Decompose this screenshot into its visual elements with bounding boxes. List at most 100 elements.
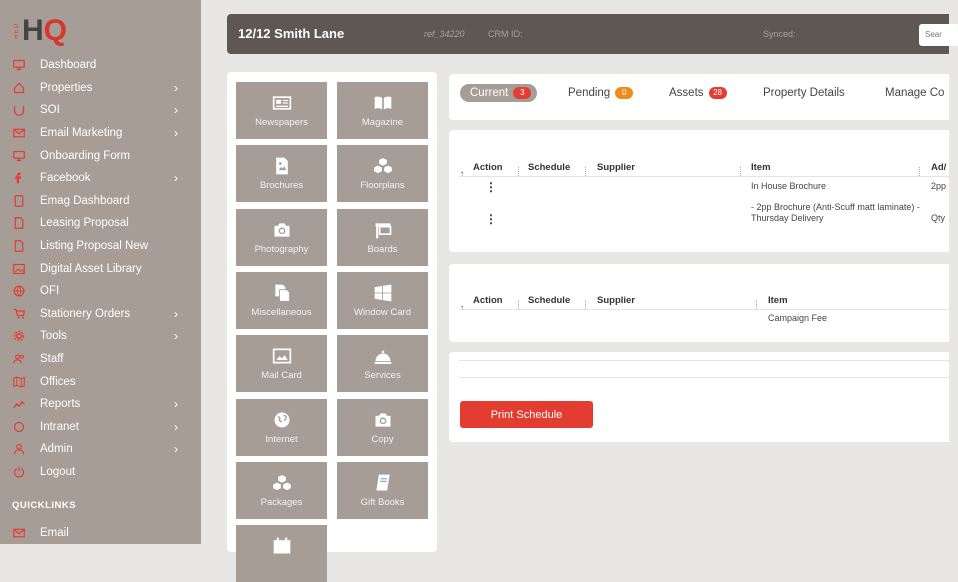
col-ad[interactable]: Ad/ — [931, 162, 946, 173]
tile-label: Mail Card — [261, 370, 302, 382]
tile-label: Brochures — [259, 180, 304, 192]
col-item[interactable]: Item — [751, 162, 771, 173]
monitor-icon — [12, 59, 25, 72]
sidebar-item-offices[interactable]: Offices — [0, 370, 201, 393]
sidebar-item-stationery-orders[interactable]: Stationery Orders › — [0, 303, 201, 326]
tab-label: Current — [470, 87, 509, 99]
tile-brochures[interactable]: Brochures — [236, 145, 327, 203]
search-input[interactable] — [919, 24, 958, 46]
property-address: 12/12 Smith Lane — [238, 26, 345, 41]
sidebar-item-listing-proposal-new[interactable]: Listing Proposal New — [0, 235, 201, 258]
tile-copy[interactable]: Copy — [337, 398, 428, 456]
col-supplier[interactable]: Supplier — [597, 162, 635, 173]
row-actions-icon[interactable]: ⋮ — [485, 181, 497, 193]
sidebar-item-label: Properties — [40, 81, 93, 94]
cubes-icon — [337, 155, 428, 177]
tile-boards[interactable]: Boards — [337, 208, 428, 266]
sort-icon[interactable]: ↑ — [460, 302, 464, 313]
sidebar-item-tools[interactable]: Tools › — [0, 325, 201, 348]
sidebar-item-onboarding-form[interactable]: Onboarding Form — [0, 144, 201, 167]
sidebar-item-soi[interactable]: SOI › — [0, 99, 201, 122]
order-category-panel: Newspapers Magazine Brochures Floorplans Pho… — [227, 72, 437, 582]
sidebar-item-staff[interactable]: Staff — [0, 348, 201, 371]
sidebar-item-facebook[interactable]: Facebook › — [0, 167, 201, 190]
tablet-icon — [12, 194, 25, 207]
col-divider — [919, 167, 921, 176]
tile-photography[interactable]: Photography — [236, 208, 327, 266]
col-divider — [518, 300, 520, 309]
tile-label: Floorplans — [360, 180, 405, 192]
col-action[interactable]: Action — [473, 162, 503, 173]
divider — [459, 377, 949, 378]
logo-h: H — [22, 14, 44, 47]
tile-window-card[interactable]: Window Card — [337, 271, 428, 329]
col-supplier[interactable]: Supplier — [597, 295, 635, 306]
tab-pending[interactable]: Pending 0 — [568, 84, 634, 102]
monitor-icon — [12, 149, 25, 162]
tile-mail-card[interactable]: Mail Card — [236, 335, 327, 393]
chevron-right-icon: › — [174, 171, 178, 186]
print-schedule-button[interactable]: Print Schedule — [460, 401, 593, 428]
image-icon — [12, 262, 25, 275]
file-icon — [12, 217, 25, 230]
tile-services[interactable]: Services — [337, 335, 428, 393]
sidebar-item-label: Email Marketing — [40, 127, 123, 140]
tab-manage-co[interactable]: Manage Co — [885, 84, 944, 102]
tile-internet[interactable]: Internet — [236, 398, 327, 456]
sidebar-item-logout[interactable]: Logout — [0, 461, 201, 484]
sidebar-item-label: Intranet — [40, 420, 79, 433]
tile-miscellaneous[interactable]: Miscellaneous — [236, 271, 327, 329]
power-icon — [12, 465, 25, 478]
home-icon — [12, 81, 25, 94]
row-item: In House Brochure — [751, 181, 827, 191]
col-action[interactable]: Action — [473, 295, 503, 306]
sidebar-item-dashboard[interactable]: Dashboard — [0, 54, 201, 77]
tile-label: Photography — [254, 243, 309, 255]
sidebar-item-emag-dashboard[interactable]: Emag Dashboard — [0, 190, 201, 213]
quicklinks-title: QUICKLINKS — [12, 500, 77, 511]
col-divider — [740, 167, 742, 176]
property-ref: ref_34220 — [424, 29, 465, 39]
quicklink-label: Email — [40, 527, 69, 540]
col-schedule[interactable]: Schedule — [528, 162, 570, 173]
logo[interactable]: RED H Q — [14, 14, 67, 48]
tile-more[interactable] — [236, 525, 327, 582]
tile-floorplans[interactable]: Floorplans — [337, 145, 428, 203]
col-schedule[interactable]: Schedule — [528, 295, 570, 306]
sidebar-item-leasing-proposal[interactable]: Leasing Proposal — [0, 212, 201, 235]
bell-icon — [337, 345, 428, 367]
col-item[interactable]: Item — [768, 295, 788, 306]
sidebar-item-label: Logout — [40, 465, 76, 478]
sidebar-item-email-marketing[interactable]: Email Marketing › — [0, 122, 201, 145]
tile-label: Gift Books — [360, 496, 405, 508]
users-icon — [12, 353, 25, 366]
sidebar-item-properties[interactable]: Properties › — [0, 77, 201, 100]
chevron-right-icon: › — [174, 126, 178, 141]
tab-property-details[interactable]: Property Details — [763, 84, 845, 102]
tile-newspapers[interactable]: Newspapers — [236, 82, 327, 139]
sidebar-item-label: SOI — [40, 104, 60, 117]
tab-current[interactable]: Current 3 — [460, 84, 538, 102]
tab-label: Pending — [568, 87, 611, 99]
quicklink-email[interactable]: Email — [0, 522, 69, 544]
sidebar-item-reports[interactable]: Reports › — [0, 393, 201, 416]
sidebar-item-ofi[interactable]: OFI — [0, 280, 201, 303]
calendar-icon — [236, 535, 327, 557]
tile-gift-books[interactable]: Gift Books — [337, 461, 428, 519]
envelope-icon — [12, 127, 25, 140]
circle-icon — [12, 420, 25, 433]
col-divider — [585, 167, 587, 176]
sidebar-item-digital-asset-library[interactable]: Digital Asset Library — [0, 257, 201, 280]
sidebar-item-admin[interactable]: Admin › — [0, 438, 201, 461]
crm-id-label: CRM ID: — [488, 29, 523, 39]
sort-icon[interactable]: ↑ — [460, 168, 464, 179]
tab-assets[interactable]: Assets 28 — [669, 84, 727, 102]
schedule-table-2: ↑ Action Schedule Supplier Item Campaign… — [449, 264, 949, 342]
row-actions-icon[interactable]: ⋮ — [485, 213, 497, 225]
tile-packages[interactable]: Packages — [236, 461, 327, 519]
tile-label: Boards — [367, 243, 398, 255]
sidebar-item-intranet[interactable]: Intranet › — [0, 416, 201, 439]
tile-magazine[interactable]: Magazine — [337, 82, 428, 139]
logo-mini-text: RED — [14, 23, 20, 39]
chevron-right-icon: › — [174, 329, 178, 344]
